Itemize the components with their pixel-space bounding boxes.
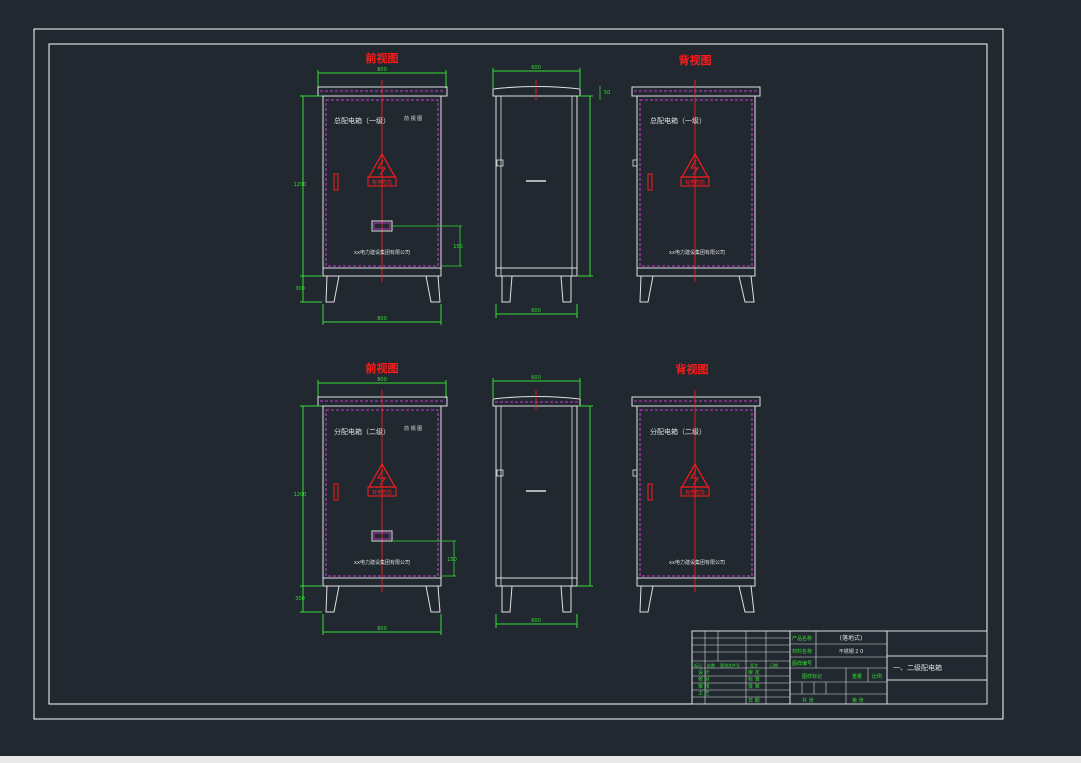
back-cabinet-name: 总配电箱（一级） [650, 116, 706, 125]
dim-depth-label: 600 [531, 65, 541, 71]
product-label: 产品名称 [792, 635, 812, 642]
rev-header-2: 更改文件号 [720, 662, 740, 668]
side-body [495, 95, 578, 277]
material-value: 不锈钢 2 0 [839, 648, 864, 655]
sign-row-0: 设 计 [698, 669, 710, 676]
bottom-back-view: 背视图 分配电箱（二级） 有电危险 xx电力建设集团有限公司 [631, 362, 761, 613]
rev-header-3: 签字 [750, 662, 758, 668]
top-front-view: 前视图 800 总配电箱（一级） 前 视 图 有电危险 xx电力建设集团有限公司 [294, 51, 463, 325]
side-roof [492, 86, 581, 97]
dim-bottom-width: 800 [377, 316, 387, 322]
dim-top-label: 50 [604, 90, 610, 96]
sign-right-1: 标 准 [748, 676, 760, 683]
weight-label: 重量 [852, 673, 862, 680]
back-roof [631, 86, 761, 97]
rev-header-0: 标记 [694, 662, 702, 668]
dim-handle-label: 150 [453, 244, 463, 250]
view-title: 前视图 [366, 51, 399, 65]
rev-header-1: 处数 [707, 662, 715, 668]
dim-width-label: 800 [377, 377, 387, 383]
small-view-label: 前 视 图 [404, 115, 422, 122]
bottom-side-view: 600 600 [492, 375, 593, 628]
product-value: (落地式) [840, 634, 863, 642]
top-side-view: 600 600 50 [492, 65, 610, 318]
dim-side-depth: 600 [531, 308, 541, 314]
sign-right-3: 日 期 [748, 698, 760, 704]
sign-right-2: 批 准 [748, 683, 760, 690]
warning-text: 有电危险 [372, 489, 392, 496]
view-title: 背视图 [676, 362, 709, 376]
sign-row-1: 校 对 [698, 676, 710, 683]
leg-right [425, 275, 441, 303]
door-handle [333, 173, 339, 191]
dim-height-label: 1200 [294, 182, 307, 188]
outer-frame [33, 28, 1004, 720]
dim-depth-label: 600 [531, 375, 541, 381]
scale-label: 比例 [872, 673, 882, 680]
view-title: 背视图 [679, 53, 712, 67]
company-name: xx电力建设集团有限公司 [354, 559, 410, 566]
view-title: 前视图 [366, 361, 399, 375]
stage-label: 图样标记 [802, 673, 822, 680]
inner-frame [48, 43, 988, 705]
top-back-view: 背视图 总配电箱（一级） 有电危险 xx电力建设集团有限公司 [631, 53, 761, 303]
warning-text: 有电危险 [372, 179, 392, 186]
drawing-no-label: 图样编号 [792, 660, 812, 667]
dim-handle-label: 150 [447, 557, 457, 563]
leg-left [325, 275, 340, 303]
bottom-strip [0, 756, 1081, 763]
sheet-no-label: 第 张 [852, 697, 864, 704]
material-label: 材料名称 [792, 648, 812, 655]
sheet-label: 共 张 [802, 697, 814, 704]
dim-leg-label: 300 [295, 286, 305, 292]
dim-side-depth: 600 [531, 618, 541, 624]
drawing-title: 一、二级配电箱 [893, 663, 942, 672]
back-company-name: xx电力建设集团有限公司 [669, 249, 725, 256]
cabinet-name: 分配电箱（二级） [334, 427, 390, 436]
title-block: 产品名称 (落地式) 材料名称 不锈钢 2 0 图样编号 一、二级配电箱 标记 … [691, 630, 988, 705]
dim-width-label: 800 [377, 67, 387, 73]
roof [317, 86, 448, 97]
dim-height-label: 1200 [294, 492, 307, 498]
back-warning-text: 有电危险 [685, 489, 705, 496]
cabinet-name: 总配电箱（一级） [334, 116, 390, 125]
dim-leg-label: 300 [295, 596, 305, 602]
company-name: xx电力建设集团有限公司 [354, 249, 410, 256]
sign-row-2: 审 核 [698, 683, 710, 690]
cad-drawing-canvas: 前视图 800 总配电箱（一级） 前 视 图 有电危险 xx电力建设集团有限公司 [33, 28, 1004, 720]
sign-right-0: 审 定 [748, 669, 760, 676]
back-warning-text: 有电危险 [685, 179, 705, 186]
rev-header-4: 日期 [770, 662, 778, 668]
sign-row-3: 工 艺 [698, 691, 710, 697]
dim-bottom-width: 800 [377, 626, 387, 632]
back-cabinet-name: 分配电箱（二级） [650, 427, 706, 436]
back-company-name: xx电力建设集团有限公司 [669, 559, 725, 566]
small-view-label: 前 视 图 [404, 425, 422, 432]
bottom-front-view: 前视图 800 分配电箱（二级） 前 视 图 有电危险 xx电力建设集团有限公司… [294, 361, 457, 635]
